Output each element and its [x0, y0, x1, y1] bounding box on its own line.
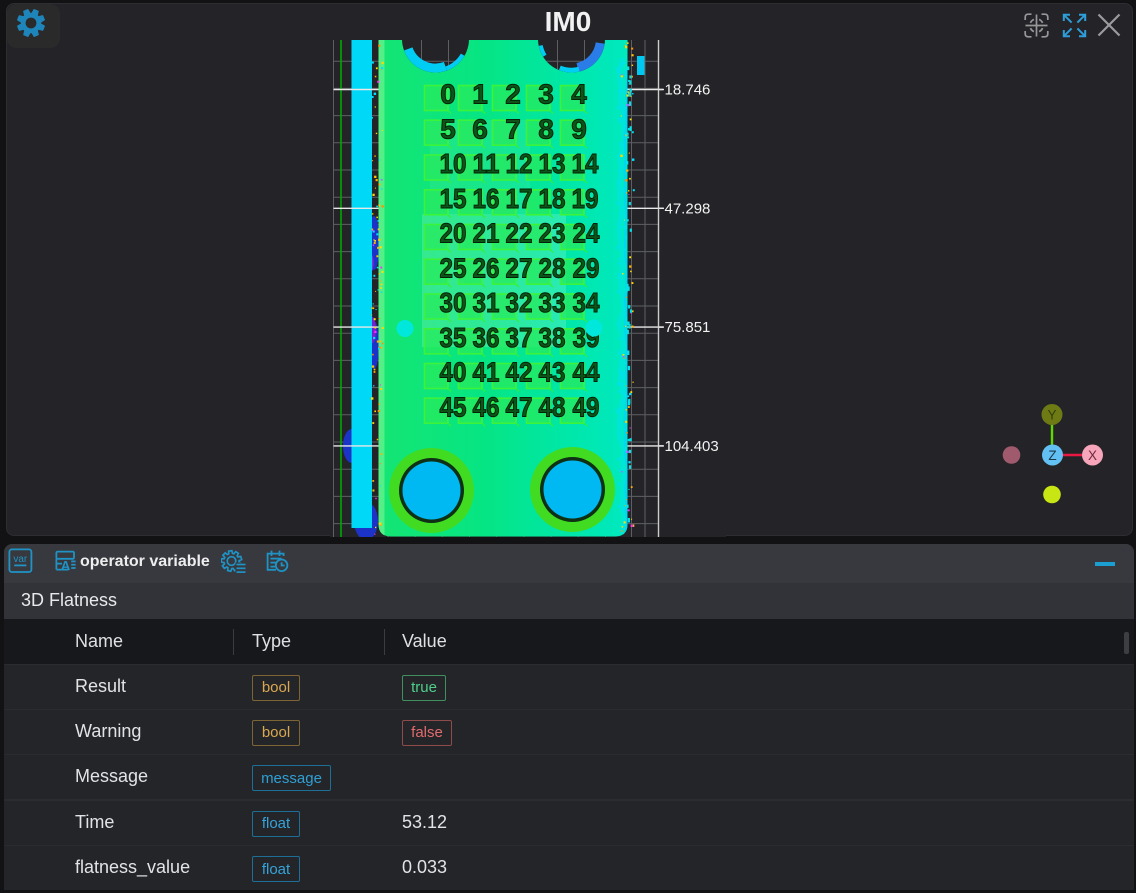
- svg-text:15: 15: [440, 183, 467, 214]
- svg-text:14: 14: [572, 148, 599, 179]
- svg-text:18: 18: [539, 183, 566, 214]
- svg-text:29: 29: [573, 252, 600, 283]
- svg-text:45: 45: [440, 391, 467, 422]
- svg-text:22: 22: [506, 218, 533, 249]
- svg-text:1: 1: [472, 79, 488, 110]
- svg-text:13: 13: [539, 148, 566, 179]
- svg-text:27: 27: [506, 252, 533, 283]
- svg-text:Z: Z: [1048, 448, 1056, 463]
- svg-text:X: X: [1088, 448, 1097, 463]
- svg-text:38: 38: [539, 322, 566, 353]
- svg-text:Y: Y: [1047, 408, 1056, 423]
- svg-text:26: 26: [473, 252, 500, 283]
- svg-text:34: 34: [573, 287, 600, 318]
- svg-text:2: 2: [505, 79, 521, 110]
- svg-text:5: 5: [440, 113, 456, 144]
- svg-text:47: 47: [506, 391, 533, 422]
- svg-text:28: 28: [539, 252, 566, 283]
- svg-text:3: 3: [538, 79, 554, 110]
- svg-text:33: 33: [539, 287, 566, 318]
- svg-text:104.403: 104.403: [665, 438, 719, 455]
- svg-text:25: 25: [440, 252, 467, 283]
- svg-text:44: 44: [573, 357, 600, 388]
- svg-text:24: 24: [573, 218, 600, 249]
- svg-text:10: 10: [440, 148, 467, 179]
- svg-text:36: 36: [473, 322, 500, 353]
- svg-text:11: 11: [473, 148, 500, 179]
- svg-text:35: 35: [440, 322, 467, 353]
- svg-text:46: 46: [473, 391, 500, 422]
- svg-text:var: var: [13, 554, 28, 565]
- svg-text:7: 7: [505, 113, 521, 144]
- svg-text:18.746: 18.746: [665, 82, 711, 99]
- svg-text:21: 21: [473, 218, 500, 249]
- svg-text:30: 30: [440, 287, 467, 318]
- svg-text:42: 42: [506, 357, 533, 388]
- svg-text:31: 31: [473, 287, 500, 318]
- svg-text:A: A: [61, 558, 71, 573]
- svg-text:49: 49: [573, 391, 600, 422]
- svg-text:41: 41: [473, 357, 500, 388]
- svg-text:12: 12: [506, 148, 533, 179]
- svg-text:0: 0: [440, 79, 456, 110]
- svg-text:8: 8: [538, 113, 554, 144]
- svg-text:37: 37: [506, 322, 533, 353]
- svg-text:20: 20: [440, 218, 467, 249]
- svg-text:32: 32: [506, 287, 533, 318]
- svg-text:75.851: 75.851: [665, 319, 711, 336]
- svg-text:19: 19: [572, 183, 599, 214]
- svg-text:47.298: 47.298: [665, 200, 711, 217]
- svg-text:16: 16: [473, 183, 500, 214]
- svg-text:4: 4: [571, 79, 587, 110]
- svg-text:23: 23: [539, 218, 566, 249]
- svg-text:43: 43: [539, 357, 566, 388]
- svg-text:17: 17: [506, 183, 533, 214]
- svg-text:48: 48: [539, 391, 566, 422]
- svg-text:6: 6: [472, 113, 488, 144]
- svg-text:9: 9: [571, 113, 587, 144]
- svg-text:40: 40: [440, 357, 467, 388]
